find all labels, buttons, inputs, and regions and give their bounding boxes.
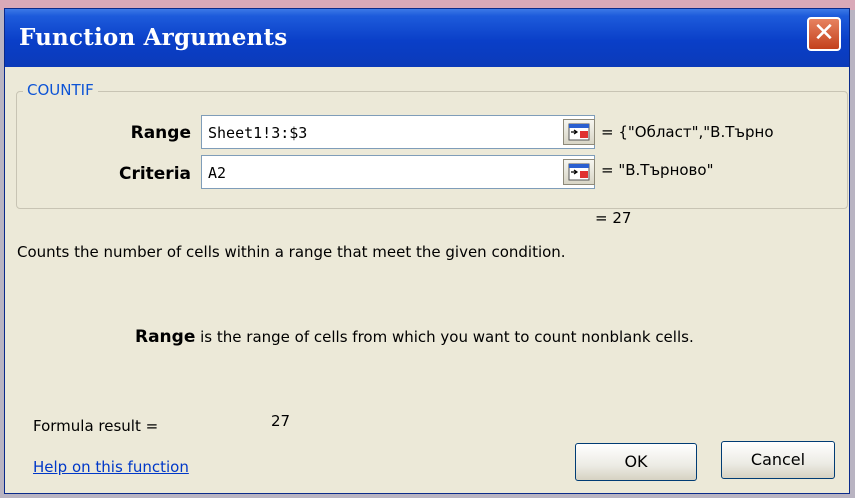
close-button[interactable]: ✕ [807, 17, 841, 51]
formula-result-label: Formula result = [33, 417, 159, 435]
range-label: Range [130, 123, 191, 143]
argument-help-text: is the range of cells from which you wan… [195, 328, 694, 346]
formula-result-value: 27 [271, 412, 291, 430]
title-bar[interactable]: Function Arguments ✕ [5, 9, 849, 67]
criteria-label: Criteria [118, 164, 191, 184]
cancel-button[interactable]: Cancel [721, 441, 835, 479]
argument-help: Range is the range of cells from which y… [135, 327, 694, 347]
criteria-collapse-button[interactable] [563, 159, 595, 185]
function-description: Counts the number of cells within a rang… [17, 243, 566, 261]
range-collapse-button[interactable] [563, 119, 595, 145]
arguments-group [16, 91, 848, 209]
function-arguments-dialog: Function Arguments ✕ COUNTIF Range Sheet… [4, 8, 850, 494]
collapse-dialog-icon [568, 123, 590, 141]
range-input[interactable]: Sheet1!3:$3 [201, 115, 595, 149]
function-name: COUNTIF [23, 81, 98, 99]
criteria-evaluated-value: = "В.Търново" [601, 161, 714, 179]
collapse-dialog-icon [568, 163, 590, 181]
help-link[interactable]: Help on this function [33, 458, 189, 476]
range-evaluated-value: = {"Област","В.Търно [601, 123, 774, 141]
criteria-input[interactable]: A2 [201, 155, 595, 189]
dialog-title: Function Arguments [19, 24, 288, 51]
ok-button[interactable]: OK [575, 443, 697, 481]
result-preview: = 27 [595, 209, 632, 227]
close-icon: ✕ [813, 18, 835, 48]
argument-help-name: Range [135, 327, 196, 347]
